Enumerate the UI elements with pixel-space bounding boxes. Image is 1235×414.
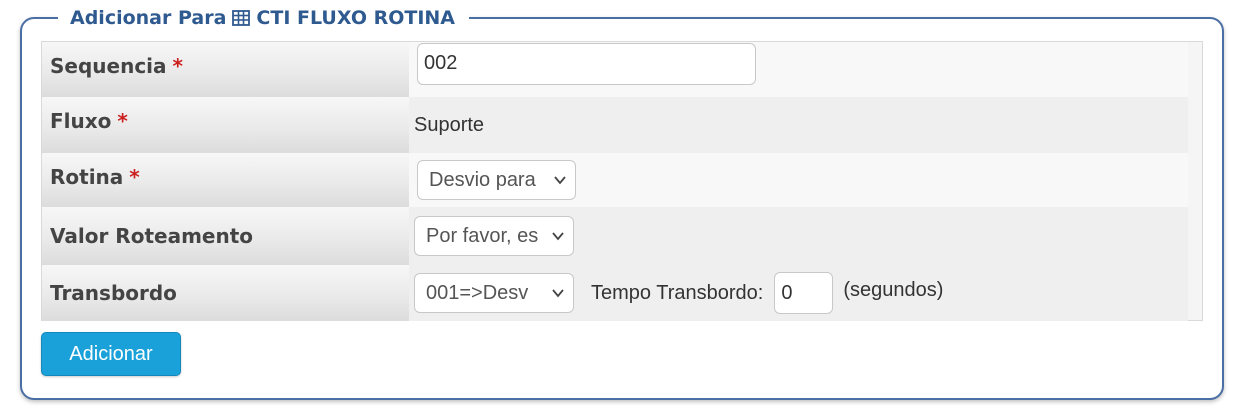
valor-roteamento-select[interactable]: Por favor, es xyxy=(414,216,574,256)
required-marker: * xyxy=(129,165,140,189)
valor-roteamento-selected: Por favor, es xyxy=(426,224,539,247)
row-fluxo: Fluxo * Suporte xyxy=(42,97,1188,153)
tempo-transbordo-label: Tempo Transbordo: xyxy=(591,281,764,304)
value-fluxo: Suporte xyxy=(409,97,1188,153)
row-valor-roteamento: Valor Roteamento Por favor, es xyxy=(42,207,1188,265)
value-sequencia xyxy=(409,42,1188,97)
form-legend: Adicionar Para CTI FLUXO ROTINA xyxy=(58,3,470,33)
label-transbordo: Transbordo xyxy=(42,265,409,321)
tempo-transbordo-input[interactable] xyxy=(774,272,834,314)
label-rotina: Rotina * xyxy=(42,153,409,207)
rotina-select[interactable]: Desvio para xyxy=(417,160,576,200)
chevron-down-icon xyxy=(554,176,566,185)
form-panel: Sequencia * Fluxo * Suporte Rotina * Des… xyxy=(41,41,1203,321)
transbordo-select[interactable]: 001=>Desv xyxy=(414,273,574,313)
fluxo-value: Suporte xyxy=(414,113,485,136)
row-transbordo: Transbordo 001=>Desv Tempo Transbordo: (… xyxy=(42,265,1188,321)
row-sequencia: Sequencia * xyxy=(42,42,1188,97)
segundos-unit: (segundos) xyxy=(843,278,944,301)
label-sequencia: Sequencia * xyxy=(42,42,409,97)
required-marker: * xyxy=(117,109,128,133)
label-fluxo-text: Fluxo xyxy=(50,109,112,133)
legend-prefix: Adicionar Para xyxy=(70,7,227,29)
label-transbordo-text: Transbordo xyxy=(50,281,177,305)
required-marker: * xyxy=(172,54,184,78)
label-valor-roteamento: Valor Roteamento xyxy=(42,207,409,265)
label-sequencia-text: Sequencia xyxy=(50,54,167,78)
label-rotina-text: Rotina xyxy=(50,165,124,189)
value-transbordo: 001=>Desv Tempo Transbordo: (segundos) xyxy=(409,265,1188,321)
chevron-down-icon xyxy=(552,289,564,298)
label-fluxo: Fluxo * xyxy=(42,97,409,153)
label-valor-roteamento-text: Valor Roteamento xyxy=(50,224,254,248)
transbordo-selected: 001=>Desv xyxy=(426,281,529,304)
row-rotina: Rotina * Desvio para xyxy=(42,153,1188,207)
adicionar-button[interactable]: Adicionar xyxy=(41,332,181,376)
value-valor-roteamento: Por favor, es xyxy=(409,207,1188,265)
sequencia-input[interactable] xyxy=(417,42,756,85)
value-rotina: Desvio para xyxy=(409,153,1188,207)
chevron-down-icon xyxy=(552,232,564,241)
table-icon xyxy=(232,10,251,26)
rotina-selected: Desvio para xyxy=(429,168,536,191)
legend-title: CTI FLUXO ROTINA xyxy=(256,7,456,29)
